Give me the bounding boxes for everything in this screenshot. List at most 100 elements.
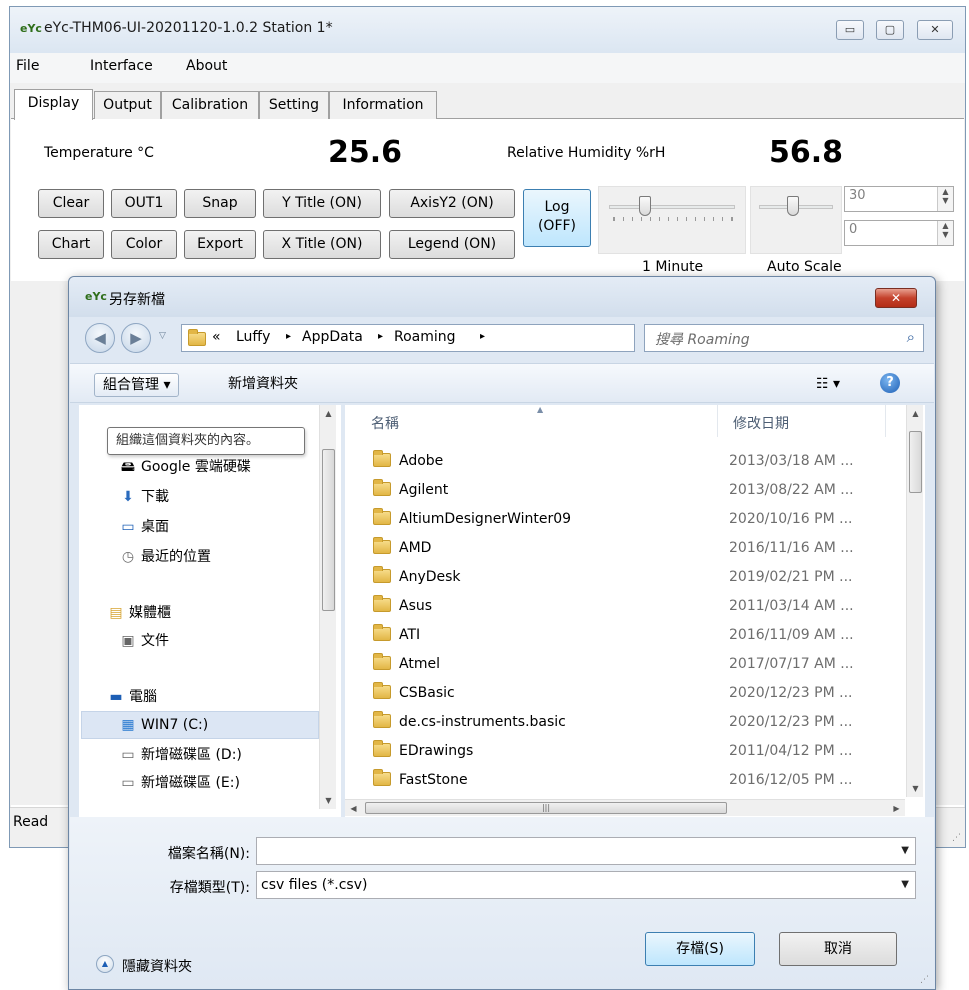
clear-button[interactable]: Clear bbox=[38, 189, 104, 218]
nav-item-computer[interactable]: ▬ 電腦 bbox=[107, 685, 157, 709]
title-bar[interactable]: eYc eYc-THM06-UI-20201120-1.0.2 Station … bbox=[10, 7, 965, 53]
nav-item-desktop[interactable]: ▭ 桌面 bbox=[119, 515, 169, 539]
time-slider-thumb[interactable] bbox=[639, 196, 651, 216]
menu-file[interactable]: File bbox=[16, 58, 39, 74]
breadcrumb-roaming[interactable]: Roaming bbox=[394, 329, 456, 345]
humidity-value: 56.8 bbox=[769, 135, 844, 170]
nav-item-downloads[interactable]: ⬇ 下載 bbox=[119, 485, 169, 509]
maximize-button[interactable]: ▢ bbox=[876, 20, 904, 40]
dialog-title-bar[interactable]: eYc 另存新檔 ✕ bbox=[69, 277, 935, 317]
nav-item-drive-c[interactable]: ▦ WIN7 (C:) bbox=[119, 713, 208, 737]
column-divider[interactable] bbox=[717, 405, 718, 437]
tab-information[interactable]: Information bbox=[329, 91, 437, 119]
horizontal-scrollbar[interactable]: ◀ ||| ▶ bbox=[345, 799, 905, 816]
file-row[interactable]: AnyDesk 2019/02/21 PM ... bbox=[373, 563, 893, 592]
legend-button[interactable]: Legend (ON) bbox=[389, 230, 515, 259]
file-row[interactable]: de.cs-instruments.basic 2020/12/23 PM ... bbox=[373, 708, 893, 737]
horizontal-scroll-thumb[interactable]: ||| bbox=[365, 802, 727, 814]
file-row[interactable]: FastStone 2016/12/05 PM ... bbox=[373, 766, 893, 795]
file-row[interactable]: ATI 2016/11/09 AM ... bbox=[373, 621, 893, 650]
file-row[interactable]: CSBasic 2020/12/23 PM ... bbox=[373, 679, 893, 708]
menu-about[interactable]: About bbox=[186, 58, 227, 74]
nav-scroll-thumb[interactable] bbox=[322, 449, 335, 611]
menu-interface[interactable]: Interface bbox=[90, 58, 153, 74]
cancel-button[interactable]: 取消 bbox=[779, 932, 897, 966]
hide-folders-link[interactable]: 隱藏資料夾 bbox=[122, 956, 192, 976]
min-spinner[interactable]: 0 ▲ ▼ bbox=[844, 220, 954, 246]
scroll-down-icon[interactable]: ▼ bbox=[907, 780, 924, 797]
history-dropdown-icon[interactable]: ▽ bbox=[159, 331, 166, 341]
resize-grip-icon[interactable]: ⋰ bbox=[952, 833, 961, 843]
dialog-resize-grip-icon[interactable]: ⋰ bbox=[920, 975, 929, 985]
snap-button[interactable]: Snap bbox=[184, 189, 256, 218]
tab-output[interactable]: Output bbox=[94, 91, 161, 119]
file-row[interactable]: Asus 2011/03/14 AM ... bbox=[373, 592, 893, 621]
max-spinner[interactable]: 30 ▲ ▼ bbox=[844, 186, 954, 212]
dialog-close-button[interactable]: ✕ bbox=[875, 288, 917, 308]
chart-button[interactable]: Chart bbox=[38, 230, 104, 259]
column-divider[interactable] bbox=[885, 405, 886, 437]
breadcrumb-overflow[interactable]: « bbox=[212, 329, 221, 345]
hide-folders-chevron-icon[interactable]: ▲ bbox=[96, 955, 114, 973]
column-header-name[interactable]: 名稱 bbox=[371, 413, 399, 433]
address-bar[interactable]: « Luffy ▸ AppData ▸ Roaming ▸ ▼ ⇆ bbox=[181, 324, 737, 352]
filename-dropdown-icon[interactable]: ▼ bbox=[901, 838, 909, 864]
log-toggle-button[interactable]: Log (OFF) bbox=[523, 189, 591, 247]
filetype-dropdown-icon[interactable]: ▼ bbox=[901, 872, 909, 898]
breadcrumb-separator-icon[interactable]: ▸ bbox=[378, 331, 383, 342]
color-button[interactable]: Color bbox=[111, 230, 177, 259]
minimize-button[interactable]: ▭ bbox=[836, 20, 864, 40]
axisy2-button[interactable]: AxisY2 (ON) bbox=[389, 189, 515, 218]
breadcrumb-separator-icon[interactable]: ▸ bbox=[286, 331, 291, 342]
search-box[interactable]: 搜尋 Roaming ⌕ bbox=[644, 324, 924, 352]
nav-item-recent-places[interactable]: ◷ 最近的位置 bbox=[119, 545, 211, 569]
nav-item-drive-d[interactable]: ▭ 新增磁碟區 (D:) bbox=[119, 743, 242, 767]
min-spinner-arrows[interactable]: ▲ ▼ bbox=[937, 221, 953, 245]
file-row[interactable]: AMD 2016/11/16 AM ... bbox=[373, 534, 893, 563]
file-row[interactable]: Adobe 2013/03/18 AM ... bbox=[373, 447, 893, 476]
file-scrollbar[interactable]: ▲ ▼ bbox=[906, 405, 923, 797]
view-options-button[interactable]: ☷ ▾ bbox=[808, 373, 848, 397]
folder-icon bbox=[373, 450, 391, 467]
help-icon[interactable]: ? bbox=[880, 373, 900, 393]
breadcrumb-appdata[interactable]: AppData bbox=[302, 329, 363, 345]
nav-item-documents[interactable]: ▣ 文件 bbox=[119, 629, 169, 653]
new-folder-button[interactable]: 新增資料夾 bbox=[220, 373, 306, 397]
save-button[interactable]: 存檔(S) bbox=[645, 932, 755, 966]
scroll-up-icon[interactable]: ▲ bbox=[907, 405, 924, 422]
back-button[interactable]: ◀ bbox=[85, 323, 115, 353]
file-row[interactable]: Atmel 2017/07/17 AM ... bbox=[373, 650, 893, 679]
nav-item-libraries[interactable]: ▤ 媒體櫃 bbox=[107, 601, 171, 625]
organize-button[interactable]: 組合管理 ▾ bbox=[94, 373, 180, 397]
tab-display[interactable]: Display bbox=[14, 89, 93, 120]
search-icon[interactable]: ⌕ bbox=[907, 328, 915, 346]
export-button[interactable]: Export bbox=[184, 230, 256, 259]
scroll-left-icon[interactable]: ◀ bbox=[345, 800, 362, 817]
filetype-select[interactable]: csv files (*.csv) ▼ bbox=[256, 871, 916, 899]
scale-slider-thumb[interactable] bbox=[787, 196, 799, 216]
close-button[interactable]: ✕ bbox=[917, 20, 953, 40]
scroll-down-icon[interactable]: ▼ bbox=[320, 792, 337, 809]
time-slider-track[interactable] bbox=[609, 205, 735, 209]
file-row[interactable]: AltiumDesignerWinter09 2020/10/16 PM ... bbox=[373, 505, 893, 534]
tab-setting[interactable]: Setting bbox=[259, 91, 329, 119]
forward-button[interactable]: ▶ bbox=[121, 323, 151, 353]
max-spinner-arrows[interactable]: ▲ ▼ bbox=[937, 187, 953, 211]
y-title-button[interactable]: Y Title (ON) bbox=[263, 189, 381, 218]
column-header-date[interactable]: 修改日期 bbox=[733, 413, 789, 433]
filename-input[interactable]: ▼ bbox=[256, 837, 916, 865]
nav-item-google-drive[interactable]: 🖴 Google 雲端硬碟 bbox=[119, 455, 251, 479]
scroll-right-icon[interactable]: ▶ bbox=[888, 800, 905, 817]
tab-calibration[interactable]: Calibration bbox=[161, 91, 259, 119]
file-row[interactable]: EDrawings 2011/04/12 PM ... bbox=[373, 737, 893, 766]
nav-item-drive-e[interactable]: ▭ 新增磁碟區 (E:) bbox=[119, 771, 240, 795]
scroll-up-icon[interactable]: ▲ bbox=[320, 405, 337, 422]
x-title-button[interactable]: X Title (ON) bbox=[263, 230, 381, 259]
file-scroll-thumb[interactable] bbox=[909, 431, 922, 493]
breadcrumb-separator-icon[interactable]: ▸ bbox=[480, 331, 485, 342]
out1-button[interactable]: OUT1 bbox=[111, 189, 177, 218]
nav-label: Google 雲端硬碟 bbox=[141, 459, 251, 475]
nav-scrollbar[interactable]: ▲ ▼ bbox=[319, 405, 336, 809]
file-row[interactable]: Agilent 2013/08/22 AM ... bbox=[373, 476, 893, 505]
breadcrumb-luffy[interactable]: Luffy bbox=[236, 329, 270, 345]
